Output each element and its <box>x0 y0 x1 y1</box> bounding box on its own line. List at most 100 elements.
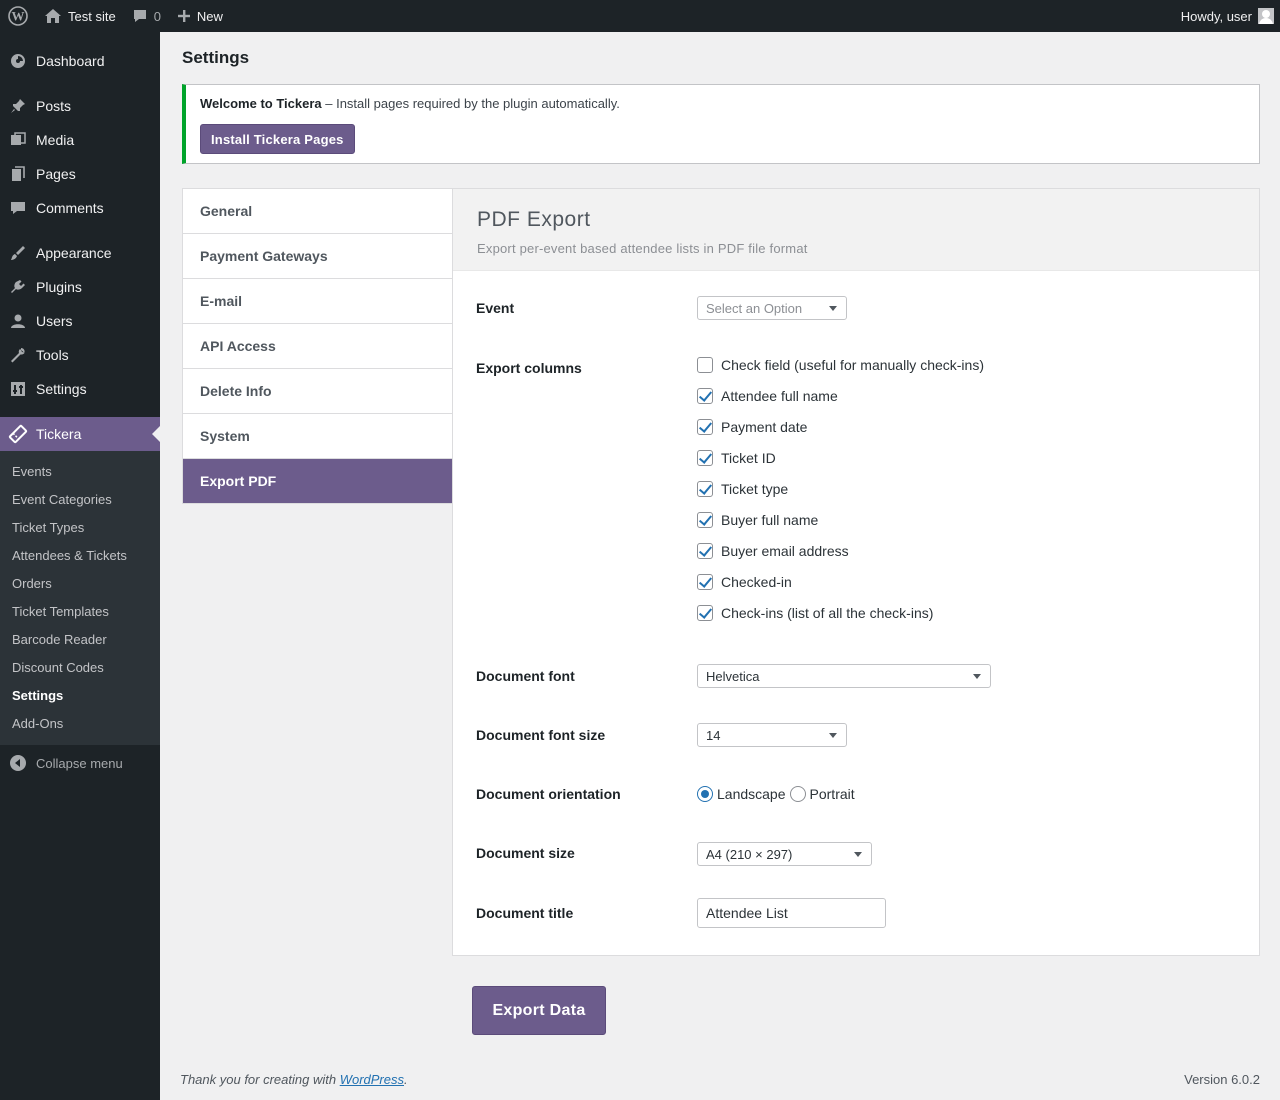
export-column-checkbox[interactable] <box>697 512 713 528</box>
svg-text:W: W <box>12 9 25 24</box>
menu-item-posts[interactable]: Posts <box>0 89 160 123</box>
menu-item-plugins[interactable]: Plugins <box>0 270 160 304</box>
document-font-size-select[interactable]: 14 <box>697 723 847 747</box>
menu-item-tools[interactable]: Tools <box>0 338 160 372</box>
menu-label: Pages <box>36 166 76 182</box>
export-column-option[interactable]: Ticket type <box>697 481 788 497</box>
export-data-button[interactable]: Export Data <box>472 986 606 1035</box>
export-column-checkbox[interactable] <box>697 357 713 373</box>
tab-general[interactable]: General <box>183 189 452 234</box>
export-column-label[interactable]: Attendee full name <box>721 388 838 404</box>
export-column-label[interactable]: Ticket type <box>721 481 788 497</box>
dashboard-icon <box>0 52 36 70</box>
footer-version: Version 6.0.2 <box>1184 1072 1260 1087</box>
tab-api-access[interactable]: API Access <box>183 324 452 369</box>
install-tickera-pages-button[interactable]: Install Tickera Pages <box>200 124 355 154</box>
menu-label: Plugins <box>36 279 82 295</box>
submenu-item-settings[interactable]: Settings <box>12 688 63 703</box>
export-column-option[interactable]: Payment date <box>697 419 807 435</box>
submenu-item-add-ons[interactable]: Add-Ons <box>12 716 63 731</box>
menu-label: Posts <box>36 98 72 114</box>
export-column-option[interactable]: Check-ins (list of all the check-ins) <box>697 605 933 621</box>
settings-tabs: General Payment Gateways E-mail API Acce… <box>182 188 452 504</box>
document-size-select[interactable]: A4 (210 × 297) <box>697 842 872 866</box>
submenu-item-event-categories[interactable]: Event Categories <box>12 492 112 507</box>
submenu-item-attendees-tickets[interactable]: Attendees & Tickets <box>12 548 127 563</box>
export-column-label[interactable]: Buyer full name <box>721 512 818 528</box>
export-column-label[interactable]: Check-ins (list of all the check-ins) <box>721 605 933 621</box>
document-font-label: Document font <box>476 668 575 684</box>
export-column-option[interactable]: Check field (useful for manually check-i… <box>697 357 984 373</box>
plus-icon <box>177 10 190 22</box>
export-column-checkbox[interactable] <box>697 388 713 404</box>
menu-item-pages[interactable]: Pages <box>0 157 160 191</box>
plugin-icon <box>0 278 36 296</box>
pages-icon <box>0 165 36 183</box>
export-column-label[interactable]: Payment date <box>721 419 807 435</box>
document-font-size-label: Document font size <box>476 727 606 743</box>
menu-item-comments[interactable]: Comments <box>0 191 160 225</box>
tab-payment-gateways[interactable]: Payment Gateways <box>183 234 452 279</box>
page-title: Settings <box>182 48 250 67</box>
export-column-option[interactable]: Attendee full name <box>697 388 838 404</box>
export-column-checkbox[interactable] <box>697 450 713 466</box>
export-column-label[interactable]: Buyer email address <box>721 543 849 559</box>
document-title-label: Document title <box>476 905 574 921</box>
menu-item-media[interactable]: Media <box>0 123 160 157</box>
menu-item-tickera[interactable]: Tickera <box>0 417 160 451</box>
export-column-option[interactable]: Buyer email address <box>697 543 849 559</box>
menu-item-settings[interactable]: Settings <box>0 372 160 406</box>
ticket-icon <box>0 424 36 444</box>
notice-message: – Install pages required by the plugin a… <box>321 96 620 111</box>
portrait-radio[interactable] <box>789 786 806 802</box>
chevron-down-icon <box>973 674 981 679</box>
wordpress-logo-icon[interactable]: W <box>0 0 36 32</box>
my-account-link[interactable]: Howdy, user <box>1173 0 1280 32</box>
export-column-option[interactable]: Checked-in <box>697 574 792 590</box>
document-font-select[interactable]: Helvetica <box>697 664 991 688</box>
menu-item-appearance[interactable]: Appearance <box>0 236 160 270</box>
orientation-radio-group: Landscape Portrait <box>697 786 859 802</box>
export-column-checkbox[interactable] <box>697 605 713 621</box>
portrait-radio-label[interactable]: Portrait <box>810 786 855 802</box>
menu-label: Dashboard <box>36 53 105 69</box>
landscape-radio[interactable] <box>697 786 713 802</box>
submenu-item-discount-codes[interactable]: Discount Codes <box>12 660 104 675</box>
comment-icon <box>0 199 36 217</box>
export-column-label[interactable]: Check field (useful for manually check-i… <box>721 357 984 373</box>
site-name-link[interactable]: Test site <box>36 0 124 32</box>
export-column-label[interactable]: Ticket ID <box>721 450 776 466</box>
wrench-icon <box>0 346 36 364</box>
document-font-value: Helvetica <box>706 668 760 684</box>
submenu-item-ticket-types[interactable]: Ticket Types <box>12 520 84 535</box>
wordpress-link[interactable]: WordPress <box>340 1072 404 1087</box>
submenu-item-barcode-reader[interactable]: Barcode Reader <box>12 632 107 647</box>
export-column-option[interactable]: Ticket ID <box>697 450 776 466</box>
export-column-checkbox[interactable] <box>697 481 713 497</box>
event-select[interactable]: Select an Option <box>697 296 847 320</box>
export-column-checkbox[interactable] <box>697 574 713 590</box>
menu-item-dashboard[interactable]: Dashboard <box>0 44 160 78</box>
document-title-input[interactable] <box>697 898 886 928</box>
export-column-checkbox[interactable] <box>697 543 713 559</box>
menu-label: Appearance <box>36 245 112 261</box>
new-content-link[interactable]: New <box>169 0 231 32</box>
export-column-checkbox[interactable] <box>697 419 713 435</box>
comments-link[interactable]: 0 <box>124 0 169 32</box>
tab-delete-info[interactable]: Delete Info <box>183 369 452 414</box>
tab-export-pdf[interactable]: Export PDF <box>183 459 452 503</box>
comments-count: 0 <box>153 8 161 24</box>
collapse-menu-button[interactable]: Collapse menu <box>0 748 160 778</box>
home-icon <box>45 9 61 23</box>
export-column-option[interactable]: Buyer full name <box>697 512 818 528</box>
submenu-item-ticket-templates[interactable]: Ticket Templates <box>12 604 109 619</box>
tab-system[interactable]: System <box>183 414 452 459</box>
submenu-item-events[interactable]: Events <box>12 464 52 479</box>
menu-item-users[interactable]: Users <box>0 304 160 338</box>
submenu-item-orders[interactable]: Orders <box>12 576 52 591</box>
chevron-down-icon <box>854 852 862 857</box>
landscape-radio-label[interactable]: Landscape <box>717 786 786 802</box>
new-label: New <box>196 8 223 24</box>
tab-email[interactable]: E-mail <box>183 279 452 324</box>
export-column-label[interactable]: Checked-in <box>721 574 792 590</box>
